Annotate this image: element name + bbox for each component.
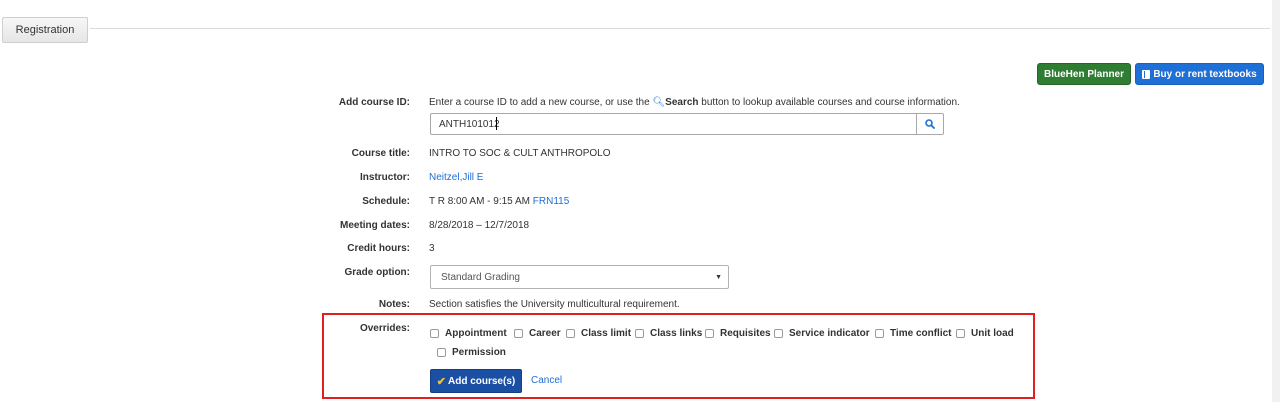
course-id-input[interactable] (430, 113, 917, 135)
checkbox[interactable] (956, 329, 965, 338)
hint-text-post: button to lookup available courses and c… (698, 97, 960, 108)
override-label: Requisites (720, 328, 771, 339)
override-label: Appointment (445, 328, 507, 339)
book-icon (1142, 69, 1151, 79)
notes-label: Notes: (378, 299, 410, 310)
override-label: Unit load (971, 328, 1014, 339)
buy-textbooks-button[interactable]: Buy or rent textbooks (1135, 63, 1264, 85)
tab-registration[interactable]: Registration (2, 17, 88, 43)
meeting-dates-value: 8/28/2018 – 12/7/2018 (429, 220, 530, 231)
add-courses-label: Add course(s) (447, 375, 516, 387)
page-scrollbar[interactable] (1272, 0, 1280, 402)
checkbox[interactable] (566, 329, 575, 338)
checkbox[interactable] (705, 329, 714, 338)
override-class-limit[interactable]: Class limit (566, 328, 631, 339)
checkbox[interactable] (774, 329, 783, 338)
notes-value: Section satisfies the University multicu… (429, 299, 680, 310)
hint-search-word: Search (665, 97, 699, 108)
course-title-label: Course title: (351, 148, 410, 159)
grade-option-value: Standard Grading (441, 271, 520, 283)
instructor-label: Instructor: (360, 172, 410, 183)
override-appointment[interactable]: Appointment (430, 328, 507, 339)
checkbox[interactable] (437, 348, 446, 357)
search-icon: 🔍︎ (652, 97, 666, 108)
checkbox[interactable] (635, 329, 644, 338)
search-icon (925, 119, 935, 129)
meeting-dates-label: Meeting dates: (339, 220, 410, 231)
dropdown-arrow-icon: ▼ (715, 274, 722, 281)
override-career[interactable]: Career (514, 328, 561, 339)
hint-text-pre: Enter a course ID to add a new course, o… (429, 97, 653, 108)
checkbox[interactable] (430, 329, 439, 338)
text-cursor (496, 117, 497, 130)
checkbox[interactable] (875, 329, 884, 338)
schedule-room-link[interactable]: FRN115 (533, 196, 570, 207)
override-label: Career (529, 328, 561, 339)
checkbox[interactable] (514, 329, 523, 338)
override-label: Service indicator (789, 328, 870, 339)
instructor-link[interactable]: Neitzel,Jill E (429, 172, 483, 183)
credit-hours-label: Credit hours: (347, 243, 410, 254)
credit-hours-value: 3 (429, 243, 435, 254)
override-time-conflict[interactable]: Time conflict (875, 328, 952, 339)
overrides-label: Overrides: (359, 323, 410, 334)
schedule-time: T R 8:00 AM - 9:15 AM (429, 196, 530, 207)
override-service-indicator[interactable]: Service indicator (774, 328, 870, 339)
bluehen-planner-button[interactable]: BlueHen Planner (1037, 63, 1131, 85)
add-course-label: Add course ID: (338, 97, 410, 108)
override-unit-load[interactable]: Unit load (956, 328, 1014, 339)
course-search-button[interactable] (916, 113, 944, 135)
buy-textbooks-label: Buy or rent textbooks (1153, 68, 1257, 80)
override-label: Class limit (581, 328, 632, 339)
override-label: Class links (650, 328, 703, 339)
override-permission[interactable]: Permission (437, 347, 506, 358)
schedule-value: T R 8:00 AM - 9:15 AM FRN115 (429, 196, 569, 207)
add-course-hint: Enter a course ID to add a new course, o… (429, 97, 960, 108)
override-label: Permission (452, 347, 506, 358)
override-label: Time conflict (890, 328, 952, 339)
overrides-highlight-box (322, 313, 1035, 399)
override-requisites[interactable]: Requisites (705, 328, 771, 339)
cancel-link[interactable]: Cancel (531, 375, 562, 386)
override-class-links[interactable]: Class links (635, 328, 702, 339)
checkmark-icon: ✔ (436, 375, 446, 388)
course-title-value: INTRO TO SOC & CULT ANTHROPOLO (429, 148, 611, 159)
tab-divider (90, 28, 1270, 29)
add-courses-button[interactable]: ✔ Add course(s) (430, 369, 522, 393)
schedule-label: Schedule: (362, 196, 410, 207)
grade-option-select[interactable]: Standard Grading ▼ (430, 265, 729, 289)
grade-option-label: Grade option: (344, 267, 410, 278)
